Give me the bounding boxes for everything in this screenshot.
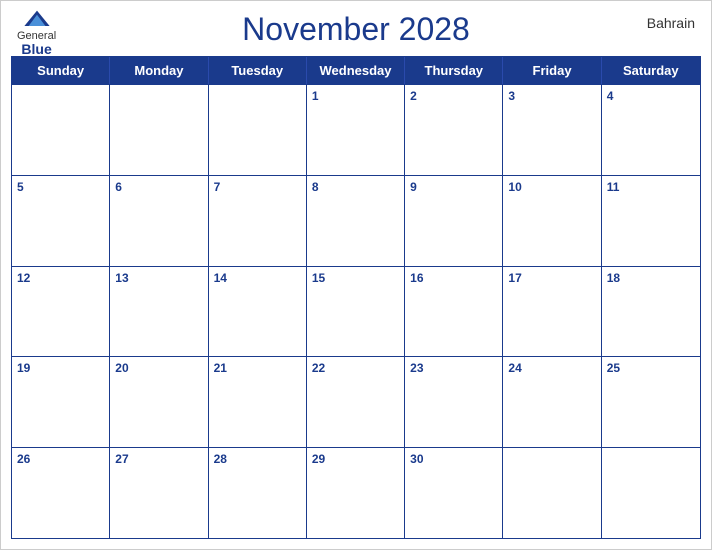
day-cell: 17: [503, 267, 601, 357]
day-cell: [110, 85, 208, 175]
day-number: 14: [214, 270, 227, 287]
week-row-2: 5 6 7 8 9 10 11: [12, 175, 700, 266]
calendar-header: General Blue November 2028 Bahrain: [1, 1, 711, 52]
day-cell: 18: [602, 267, 700, 357]
day-headers-row: SundayMondayTuesdayWednesdayThursdayFrid…: [12, 57, 700, 84]
day-number: 4: [607, 88, 614, 105]
day-number: 2: [410, 88, 417, 105]
day-cell: [602, 448, 700, 538]
day-header-sunday: Sunday: [12, 57, 110, 84]
day-number: 18: [607, 270, 620, 287]
day-cell: [209, 85, 307, 175]
day-number: 7: [214, 179, 221, 196]
day-cell: 29: [307, 448, 405, 538]
day-number: 27: [115, 451, 128, 468]
day-number: 29: [312, 451, 325, 468]
logo-icon: [23, 9, 51, 29]
day-number: 13: [115, 270, 128, 287]
day-cell: 28: [209, 448, 307, 538]
day-number: 25: [607, 360, 620, 377]
day-cell: 1: [307, 85, 405, 175]
day-number: 3: [508, 88, 515, 105]
calendar-container: General Blue November 2028 Bahrain Sunda…: [0, 0, 712, 550]
weeks-container: 1234567891011121314151617181920212223242…: [12, 84, 700, 538]
day-cell: 16: [405, 267, 503, 357]
day-cell: 9: [405, 176, 503, 266]
day-number: 9: [410, 179, 417, 196]
day-header-saturday: Saturday: [602, 57, 700, 84]
day-number: 6: [115, 179, 122, 196]
day-cell: 22: [307, 357, 405, 447]
day-header-monday: Monday: [110, 57, 208, 84]
day-cell: 7: [209, 176, 307, 266]
day-cell: 3: [503, 85, 601, 175]
day-number: 19: [17, 360, 30, 377]
day-number: 23: [410, 360, 423, 377]
day-number: 28: [214, 451, 227, 468]
day-cell: 30: [405, 448, 503, 538]
day-cell: 13: [110, 267, 208, 357]
day-number: 17: [508, 270, 521, 287]
day-header-tuesday: Tuesday: [209, 57, 307, 84]
day-cell: 26: [12, 448, 110, 538]
calendar-grid: SundayMondayTuesdayWednesdayThursdayFrid…: [11, 56, 701, 539]
day-number: 21: [214, 360, 227, 377]
day-cell: [12, 85, 110, 175]
day-number: 5: [17, 179, 24, 196]
week-row-3: 12 13 14 15 16 17 18: [12, 266, 700, 357]
day-cell: 15: [307, 267, 405, 357]
day-cell: 23: [405, 357, 503, 447]
day-cell: 5: [12, 176, 110, 266]
day-number: 20: [115, 360, 128, 377]
day-number: 16: [410, 270, 423, 287]
logo: General Blue: [17, 9, 56, 57]
day-number: 8: [312, 179, 319, 196]
day-cell: 10: [503, 176, 601, 266]
day-cell: 6: [110, 176, 208, 266]
day-number: 26: [17, 451, 30, 468]
week-row-1: 1 2 3 4: [12, 84, 700, 175]
day-header-thursday: Thursday: [405, 57, 503, 84]
day-cell: 4: [602, 85, 700, 175]
day-cell: 14: [209, 267, 307, 357]
day-cell: 25: [602, 357, 700, 447]
day-cell: 2: [405, 85, 503, 175]
day-cell: 20: [110, 357, 208, 447]
day-cell: [503, 448, 601, 538]
day-cell: 21: [209, 357, 307, 447]
day-number: 12: [17, 270, 30, 287]
logo-blue-text: Blue: [21, 42, 51, 57]
day-cell: 27: [110, 448, 208, 538]
country-label: Bahrain: [647, 15, 695, 31]
day-number: 1: [312, 88, 319, 105]
day-number: 30: [410, 451, 423, 468]
day-number: 24: [508, 360, 521, 377]
week-row-5: 26 27 28 29 30: [12, 447, 700, 538]
day-number: 10: [508, 179, 521, 196]
day-number: 11: [607, 179, 620, 196]
day-cell: 19: [12, 357, 110, 447]
day-header-wednesday: Wednesday: [307, 57, 405, 84]
month-title: November 2028: [242, 11, 470, 48]
day-cell: 12: [12, 267, 110, 357]
day-header-friday: Friday: [503, 57, 601, 84]
day-cell: 11: [602, 176, 700, 266]
day-number: 22: [312, 360, 325, 377]
day-cell: 24: [503, 357, 601, 447]
day-cell: 8: [307, 176, 405, 266]
day-number: 15: [312, 270, 325, 287]
week-row-4: 19 20 21 22 23 24 25: [12, 356, 700, 447]
